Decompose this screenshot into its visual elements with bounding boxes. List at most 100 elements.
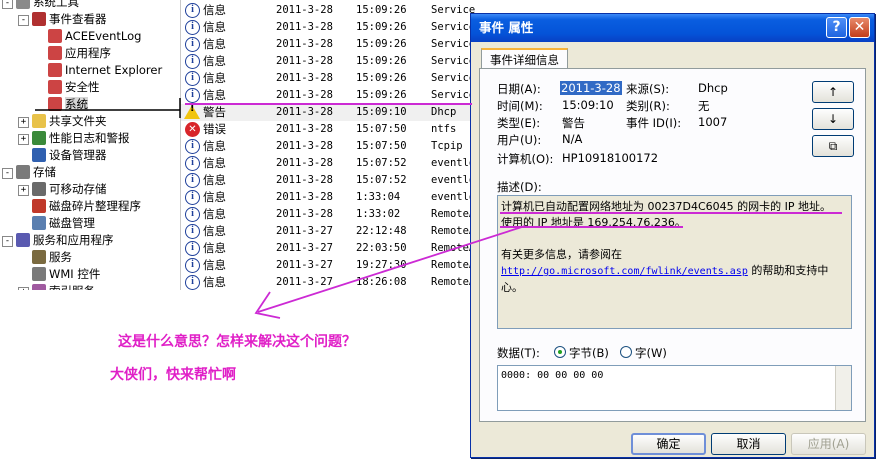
performance-icon	[32, 131, 46, 145]
words-radio[interactable]	[620, 346, 632, 358]
tree-item-label: 可移动存储	[49, 182, 107, 196]
tree-expander[interactable]: -	[2, 236, 13, 247]
info-icon: i	[185, 139, 200, 154]
tree-item[interactable]: 共享文件夹	[32, 113, 107, 130]
tab-event-details[interactable]: 事件详细信息	[481, 48, 568, 70]
event-type: 信息	[203, 275, 226, 289]
table-row[interactable]: i 信息 2011-3-27 22:03:50 RemoteA	[181, 240, 481, 257]
description-box[interactable]: 计算机已自动配置网络地址为 00237D4C6045 的网卡的 IP 地址。 使…	[497, 195, 852, 329]
description-line3: 有关更多信息，请参阅在	[501, 248, 622, 261]
table-row[interactable]: i 信息 2011-3-28 15:07:52 eventlo	[181, 155, 481, 172]
table-row[interactable]: ✕ 错误 2011-3-28 15:07:50 ntfs	[181, 121, 481, 138]
tree-expander[interactable]: -	[18, 15, 29, 26]
tree-item[interactable]: 系统	[48, 96, 88, 113]
event-type: 信息	[203, 224, 226, 238]
table-row[interactable]: i 信息 2011-3-28 15:09:26 Service	[181, 19, 481, 36]
tree-item[interactable]: ACEEventLog	[48, 28, 141, 45]
tree-item-label: 磁盘碎片整理程序	[49, 199, 141, 213]
data-scrollbar[interactable]	[835, 366, 851, 410]
tree-expander[interactable]: +	[18, 134, 29, 145]
table-row[interactable]: i 信息 2011-3-28 15:07:50 Tcpip	[181, 138, 481, 155]
event-source: eventlo	[431, 191, 476, 203]
tree-item[interactable]: 应用程序	[48, 45, 111, 62]
table-row[interactable]: i 信息 2011-3-27 22:12:48 RemoteA	[181, 223, 481, 240]
bytes-radio[interactable]	[554, 346, 566, 358]
tree-item[interactable]: 磁盘管理	[32, 215, 95, 232]
event-time: 19:27:30	[356, 259, 407, 271]
info-icon: i	[185, 275, 200, 290]
cancel-button[interactable]: 取消	[711, 433, 786, 455]
tree-item[interactable]: 系统工具	[16, 0, 79, 11]
ok-button[interactable]: 确定	[631, 433, 706, 455]
annotation-question: 这是什么意思？怎样来解决这个问题？	[118, 334, 356, 350]
folder-icon	[32, 114, 46, 128]
tree-item[interactable]: 存储	[16, 164, 56, 181]
tree-item[interactable]: WMI 控件	[32, 266, 100, 283]
table-row[interactable]: i 信息 2011-3-28 15:09:26 Service	[181, 87, 481, 104]
tree-item[interactable]: 可移动存储	[32, 181, 107, 198]
data-box[interactable]: 0000: 00 00 00 00	[497, 365, 852, 411]
tree-item-label: 性能日志和警报	[49, 131, 130, 145]
help-button[interactable]: ?	[826, 17, 847, 38]
table-row[interactable]: i信息2011-3-2815:09:26Service Control M	[181, 2, 481, 19]
title-bar[interactable]: 事件 属性 ? ✕	[471, 14, 874, 42]
tree-item-label: 服务	[49, 250, 72, 264]
tree-item[interactable]: 性能日志和警报	[32, 130, 130, 147]
event-source: Tcpip	[431, 140, 463, 152]
event-source: Service	[431, 89, 476, 101]
event-type: 信息	[203, 207, 226, 221]
table-row[interactable]: i 信息 2011-3-27 19:27:30 RemoteA	[181, 257, 481, 274]
annotation-arrow-head	[254, 291, 281, 319]
table-row[interactable]: i 信息 2011-3-28 1:33:02 RemoteA	[181, 206, 481, 223]
event-source: RemoteA	[431, 259, 476, 271]
event-time: 15:07:50	[356, 140, 407, 152]
previous-event-button[interactable]: ↑	[812, 81, 854, 103]
tree-item[interactable]: 服务	[32, 249, 72, 266]
event-date: 2011-3-28	[276, 38, 333, 50]
tree-item[interactable]: 索引服务	[32, 283, 95, 290]
table-row[interactable]: i 信息 2011-3-28 1:33:04 eventlo	[181, 189, 481, 206]
info-icon: i	[185, 54, 200, 69]
event-date: 2011-3-27	[276, 242, 333, 254]
event-date: 2011-3-28	[276, 89, 333, 101]
close-button[interactable]: ✕	[849, 17, 870, 38]
tree-expander[interactable]: +	[18, 117, 29, 128]
apply-button[interactable]: 应用(A)	[791, 433, 866, 455]
description-line5: 心。	[501, 281, 523, 294]
tree-item[interactable]: 安全性	[48, 79, 100, 96]
tree-expander[interactable]: +	[18, 287, 29, 290]
table-row[interactable]: i 信息 2011-3-28 15:09:26 Service	[181, 70, 481, 87]
event-time: 15:09:26	[356, 72, 407, 84]
event-source: eventlo	[431, 157, 476, 169]
table-row[interactable]: ! 警告 2011-3-28 15:09:10 Dhcp	[181, 104, 481, 121]
table-row[interactable]: i 信息 2011-3-28 15:07:52 eventlo	[181, 172, 481, 189]
tree-expander[interactable]: +	[18, 185, 29, 196]
tree-item[interactable]: 磁盘碎片整理程序	[32, 198, 141, 215]
event-type: 错误	[203, 122, 226, 136]
tree-item[interactable]: 设备管理器	[32, 147, 107, 164]
tree-expander[interactable]: -	[2, 168, 13, 179]
copy-button[interactable]: ⧉	[812, 135, 854, 157]
tree-item[interactable]: 服务和应用程序	[16, 232, 114, 249]
event-type: 信息	[203, 54, 226, 68]
tree-item[interactable]: 事件查看器	[32, 11, 107, 28]
info-icon: i	[185, 241, 200, 256]
tools-icon	[16, 0, 30, 9]
table-row[interactable]: i 信息 2011-3-27 18:26:08 RemoteA	[181, 274, 481, 290]
table-row[interactable]: i 信息 2011-3-28 15:09:26 Service	[181, 36, 481, 53]
event-id-value: 1007	[698, 115, 728, 129]
event-time: 22:03:50	[356, 242, 407, 254]
event-time: 15:09:10	[356, 106, 407, 118]
tree-expander[interactable]: -	[2, 0, 13, 9]
date-value[interactable]: 2011-3-28	[560, 81, 622, 95]
event-type: 信息	[203, 3, 226, 17]
info-icon: i	[185, 190, 200, 205]
event-time: 1:33:02	[356, 208, 401, 220]
tree-item-label: 存储	[33, 165, 56, 179]
table-row[interactable]: i 信息 2011-3-28 15:09:26 Service	[181, 53, 481, 70]
warning-mark: !	[190, 103, 195, 114]
help-link[interactable]: http://go.microsoft.com/fwlink/events.as…	[501, 266, 748, 277]
event-date: 2011-3-28	[276, 157, 333, 169]
next-event-button[interactable]: ↓	[812, 108, 854, 130]
tree-item[interactable]: Internet Explorer	[48, 62, 162, 79]
